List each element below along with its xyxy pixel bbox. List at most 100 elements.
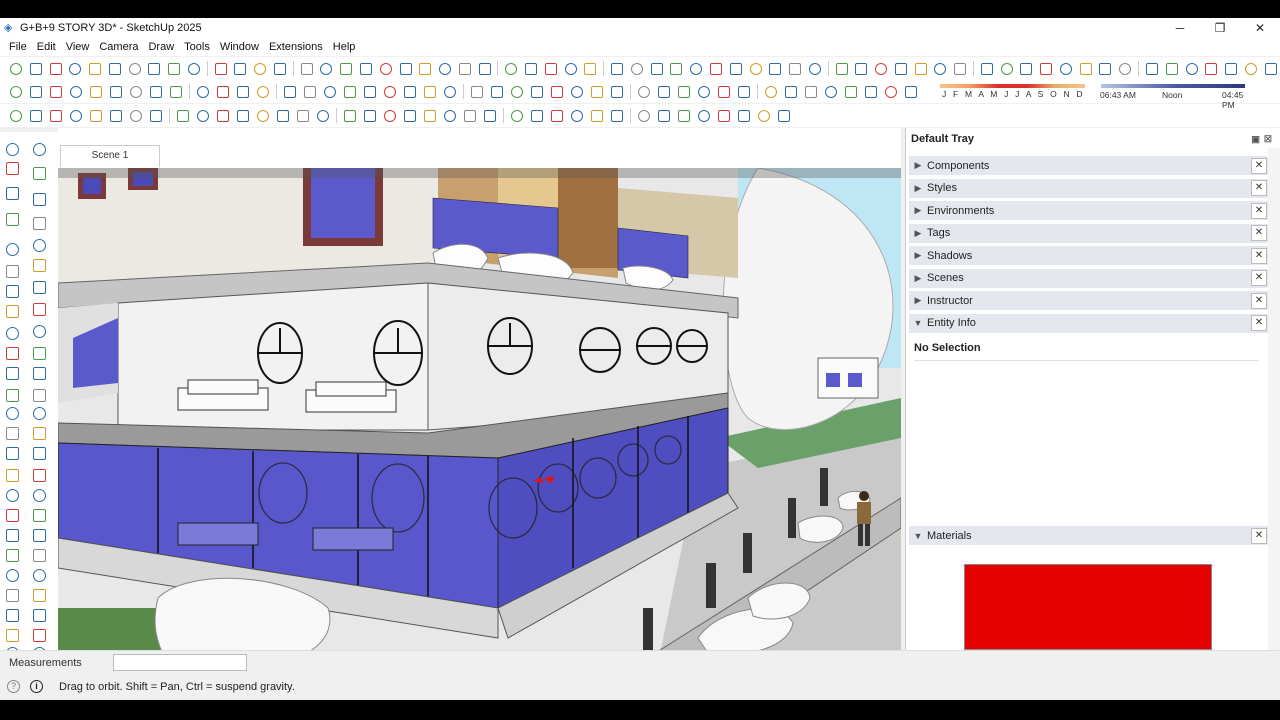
toolbar-tool-icon[interactable]	[253, 83, 272, 100]
toolbar-tool-icon[interactable]	[460, 107, 479, 124]
toolbar-tool-icon[interactable]	[475, 60, 494, 77]
tool-icon[interactable]	[3, 159, 21, 177]
time-slider[interactable]	[1101, 84, 1245, 88]
tool-icon[interactable]	[30, 424, 48, 442]
toolbar-tool-icon[interactable]	[26, 107, 45, 124]
toolbar-tool-icon[interactable]	[541, 60, 560, 77]
tool-icon[interactable]	[30, 164, 48, 182]
panel-materials[interactable]: ▼ Materials ✕	[909, 526, 1269, 546]
toolbar-tool-icon[interactable]	[213, 83, 232, 100]
close-icon[interactable]: ✕	[1251, 247, 1267, 264]
toolbar-tool-icon[interactable]	[1241, 60, 1260, 77]
toolbar-tool-icon[interactable]	[336, 60, 355, 77]
date-slider[interactable]	[940, 84, 1085, 88]
toolbar-tool-icon[interactable]	[270, 60, 289, 77]
toolbar-tool-icon[interactable]	[273, 107, 292, 124]
panel-components[interactable]: ▶ Components ✕	[909, 156, 1269, 176]
toolbar-tool-icon[interactable]	[164, 60, 183, 77]
panel-styles[interactable]: ▶ Styles ✕	[909, 178, 1269, 199]
tool-icon[interactable]	[3, 606, 21, 624]
toolbar-tool-icon[interactable]	[126, 83, 145, 100]
toolbar-tool-icon[interactable]	[567, 83, 586, 100]
toolbar-tool-icon[interactable]	[861, 83, 880, 100]
tool-icon[interactable]	[3, 386, 21, 404]
toolbar-tool-icon[interactable]	[320, 83, 339, 100]
toolbar-tool-icon[interactable]	[580, 60, 599, 77]
toolbar-tool-icon[interactable]	[977, 60, 996, 77]
toolbar-tool-icon[interactable]	[881, 83, 900, 100]
toolbar-tool-icon[interactable]	[253, 107, 272, 124]
toolbar-tool-icon[interactable]	[561, 60, 580, 77]
pin-icon[interactable]: ▣	[1251, 134, 1264, 144]
toolbar-tool-icon[interactable]	[801, 83, 820, 100]
toolbar-tool-icon[interactable]	[6, 60, 25, 77]
toolbar-tool-icon[interactable]	[193, 83, 212, 100]
toolbar-tool-icon[interactable]	[400, 107, 419, 124]
menu-camera[interactable]: Camera	[94, 41, 143, 53]
toolbar-tool-icon[interactable]	[1142, 60, 1161, 77]
toolbar-tool-icon[interactable]	[726, 60, 745, 77]
restore-button[interactable]: ❐	[1200, 18, 1240, 38]
close-tray-icon[interactable]: ☒	[1264, 134, 1276, 144]
toolbar-tool-icon[interactable]	[1095, 60, 1114, 77]
toolbar-tool-icon[interactable]	[607, 107, 626, 124]
toolbar-tool-icon[interactable]	[911, 60, 930, 77]
toolbar-tool-icon[interactable]	[26, 83, 45, 100]
toolbar-tool-icon[interactable]	[654, 107, 673, 124]
close-icon[interactable]: ✕	[1251, 225, 1267, 241]
toolbar-tool-icon[interactable]	[501, 60, 520, 77]
close-icon[interactable]: ✕	[1251, 315, 1267, 331]
toolbar-tool-icon[interactable]	[1261, 60, 1280, 77]
toolbar-tool-icon[interactable]	[821, 83, 840, 100]
toolbar-tool-icon[interactable]	[376, 60, 395, 77]
close-icon[interactable]: ✕	[1251, 292, 1267, 309]
tool-icon[interactable]	[30, 214, 48, 232]
minimize-button[interactable]: ─	[1160, 18, 1200, 38]
toolbar-tool-icon[interactable]	[66, 107, 85, 124]
toolbar-tool-icon[interactable]	[686, 60, 705, 77]
close-icon[interactable]: ✕	[1251, 157, 1267, 174]
toolbar-tool-icon[interactable]	[360, 107, 379, 124]
tool-icon[interactable]	[3, 586, 21, 604]
toolbar-tool-icon[interactable]	[774, 107, 793, 124]
tool-icon[interactable]	[3, 404, 21, 422]
panel-entity-info[interactable]: ▼ Entity Info ✕	[909, 313, 1269, 334]
menu-window[interactable]: Window	[215, 41, 264, 53]
toolbar-tool-icon[interactable]	[380, 107, 399, 124]
tool-icon[interactable]	[3, 444, 21, 462]
tool-icon[interactable]	[3, 566, 21, 584]
toolbar-tool-icon[interactable]	[105, 60, 124, 77]
toolbar-tool-icon[interactable]	[521, 60, 540, 77]
tool-icon[interactable]	[30, 322, 48, 340]
toolbar-tool-icon[interactable]	[765, 60, 784, 77]
toolbar-tool-icon[interactable]	[487, 83, 506, 100]
toolbar-tool-icon[interactable]	[173, 107, 192, 124]
toolbar-tool-icon[interactable]	[1182, 60, 1201, 77]
toolbar-tool-icon[interactable]	[297, 60, 316, 77]
tool-icon[interactable]	[30, 364, 48, 382]
toolbar-tool-icon[interactable]	[420, 83, 439, 100]
toolbar-tool-icon[interactable]	[706, 60, 725, 77]
tool-icon[interactable]	[30, 506, 48, 524]
toolbar-tool-icon[interactable]	[841, 83, 860, 100]
toolbar-tool-icon[interactable]	[781, 83, 800, 100]
toolbar-tool-icon[interactable]	[66, 83, 85, 100]
toolbar-tool-icon[interactable]	[1056, 60, 1075, 77]
toolbar-tool-icon[interactable]	[316, 60, 335, 77]
toolbar-tool-icon[interactable]	[1201, 60, 1220, 77]
toolbar-tool-icon[interactable]	[694, 83, 713, 100]
toolbar-tool-icon[interactable]	[230, 60, 249, 77]
toolbar-tool-icon[interactable]	[891, 60, 910, 77]
toolbar-tool-icon[interactable]	[832, 60, 851, 77]
toolbar-tool-icon[interactable]	[666, 60, 685, 77]
panel-tags[interactable]: ▶ Tags ✕	[909, 223, 1269, 244]
toolbar-tool-icon[interactable]	[233, 83, 252, 100]
toolbar-tool-icon[interactable]	[851, 60, 870, 77]
menu-extensions[interactable]: Extensions	[264, 41, 328, 53]
toolbar-tool-icon[interactable]	[415, 60, 434, 77]
tool-icon[interactable]	[3, 140, 21, 158]
toolbar-tool-icon[interactable]	[734, 83, 753, 100]
close-button[interactable]: ✕	[1240, 18, 1280, 38]
drawing-viewport[interactable]: Scene 1	[58, 128, 901, 664]
menu-view[interactable]: View	[61, 41, 95, 53]
